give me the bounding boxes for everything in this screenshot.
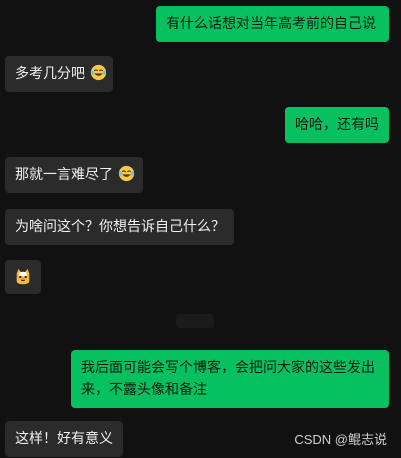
message-text: 哈哈，还有吗 (295, 117, 379, 133)
message-bubble-incoming[interactable]: 那就一言难尽了 (5, 157, 143, 193)
cat-face-emoji (16, 268, 30, 285)
laughing-tears-emoji (119, 165, 135, 182)
message-bubble-outgoing[interactable]: 哈哈，还有吗 (285, 107, 389, 143)
message-text: 多考几分吧 (15, 66, 85, 82)
message-text: 这样！好有意义 (15, 431, 113, 447)
message-bubble-outgoing[interactable]: 我后面可能会写个博客，会把问大家的这些发出 来，不露头像和备注 (71, 350, 389, 408)
message-bubble-incoming[interactable] (5, 260, 41, 294)
message-bubble-incoming[interactable]: 这样！好有意义 (5, 421, 123, 457)
message-bubble-incoming[interactable]: 多考几分吧 (5, 56, 113, 92)
message-text: 那就一言难尽了 (15, 167, 113, 183)
timestamp-blurred (176, 314, 214, 328)
message-text-line: 我后面可能会写个博客，会把问大家的这些发出 (81, 360, 375, 376)
message-bubble-incoming[interactable]: 为啥问这个？你想告诉自己什么？ (5, 209, 234, 245)
message-text: 有什么话想对当年高考前的自己说 (166, 16, 376, 32)
laughing-tears-emoji (91, 64, 107, 81)
message-text-line: 来，不露头像和备注 (81, 382, 207, 398)
message-bubble-outgoing[interactable]: 有什么话想对当年高考前的自己说 (156, 6, 389, 42)
message-text: 为啥问这个？你想告诉自己什么？ (15, 219, 225, 235)
watermark: CSDN @鲲志说 (294, 432, 387, 447)
